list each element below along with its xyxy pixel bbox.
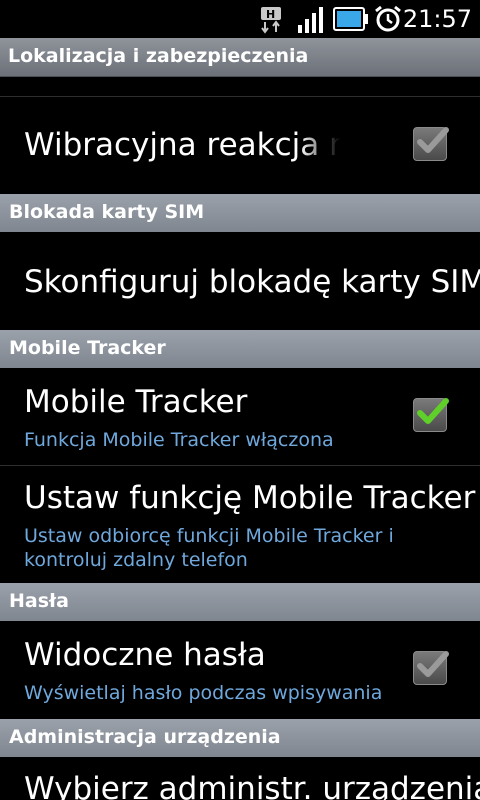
status-bar: H 21:57	[0, 0, 480, 38]
clock: 21:57	[402, 5, 472, 33]
setting-row-visible-passwords[interactable]: Widoczne hasła Wyświetlaj hasło podczas …	[0, 621, 480, 718]
section-header-passwords: Hasła	[0, 583, 480, 621]
section-header-label: Blokada karty SIM	[9, 201, 205, 223]
signal-icon	[296, 5, 326, 33]
tracker-checkbox[interactable]	[413, 398, 449, 432]
setting-row-tracker-setup[interactable]: Ustaw funkcję Mobile Tracker Ustaw odbio…	[0, 466, 480, 583]
setting-row-sim-lock[interactable]: Skonfiguruj blokadę karty SIM	[0, 232, 480, 330]
section-header-admin: Administracja urządzenia	[0, 719, 480, 757]
vibration-checkbox[interactable]	[413, 127, 449, 161]
text-fade	[300, 117, 400, 177]
hsdpa-icon: H	[258, 6, 286, 34]
section-header-sim: Blokada karty SIM	[0, 194, 480, 232]
setting-row-tracker[interactable]: Mobile Tracker Funkcja Mobile Tracker wł…	[0, 368, 480, 465]
setting-summary: Ustaw odbiorcę funkcji Mobile Tracker i …	[24, 525, 394, 571]
section-header-tracker: Mobile Tracker	[0, 330, 480, 368]
setting-title: Widoczne hasła	[24, 637, 266, 673]
page-title: Lokalizacja i zabezpieczenia	[8, 45, 309, 67]
battery-icon	[333, 6, 369, 32]
section-header-label: Administracja urządzenia	[9, 726, 281, 748]
setting-title: Mobile Tracker	[24, 384, 248, 420]
setting-row-admin-select[interactable]: Wybierz administr. urządzenia	[0, 757, 480, 800]
check-icon	[417, 651, 449, 677]
setting-summary: Wyświetlaj hasło podczas wpisywania	[24, 682, 383, 704]
check-icon	[417, 398, 449, 424]
alarm-icon	[374, 5, 402, 33]
visible-passwords-checkbox[interactable]	[413, 651, 449, 685]
section-header-label: Hasła	[9, 590, 69, 612]
section-header-label: Mobile Tracker	[9, 337, 166, 359]
svg-text:H: H	[266, 8, 275, 21]
setting-title: Ustaw funkcję Mobile Tracker	[24, 480, 476, 516]
setting-title: Wybierz administr. urządzenia	[24, 771, 480, 800]
title-bar: Lokalizacja i zabezpieczenia	[0, 38, 480, 77]
setting-summary: Funkcja Mobile Tracker włączona	[24, 429, 334, 451]
setting-title: Skonfiguruj blokadę karty SIM	[24, 264, 480, 300]
check-icon	[417, 127, 449, 153]
setting-row-vibration[interactable]: Wibracyjna reakcja na dotyk	[0, 97, 480, 193]
